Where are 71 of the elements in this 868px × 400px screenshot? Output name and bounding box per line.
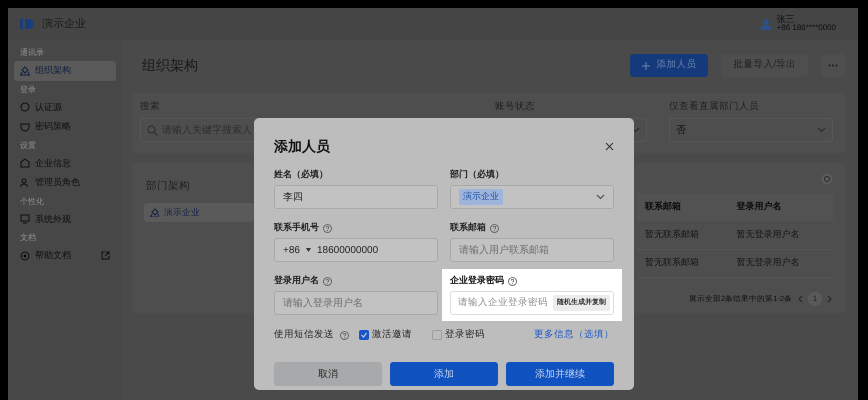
- sidebar-item[interactable]: 密码策略: [14, 117, 116, 136]
- group-label: 文档: [19, 232, 37, 244]
- add-person-button[interactable]: 添加人员: [630, 54, 708, 77]
- menu-item-icon: [20, 158, 30, 168]
- cancel-button[interactable]: 取消: [274, 362, 382, 386]
- help-icon[interactable]: [340, 330, 349, 340]
- field-label: 姓名（必填）: [274, 168, 328, 182]
- page-button[interactable]: 1: [808, 292, 822, 306]
- field-label: 联系邮箱: [450, 221, 486, 234]
- group-label: 通讯录: [19, 47, 45, 59]
- sidebar-item[interactable]: 认证源: [14, 98, 116, 117]
- column-header: 登录用户名: [728, 193, 833, 221]
- help-icon[interactable]: [323, 276, 332, 286]
- field-label: 登录用户名: [274, 274, 319, 288]
- country-code[interactable]: +86: [283, 242, 300, 258]
- input-field[interactable]: 请输入用户联系邮箱: [450, 238, 614, 262]
- filter-select[interactable]: 否: [669, 118, 833, 142]
- sidebar-item[interactable]: 管理员角色: [14, 173, 116, 192]
- input-field[interactable]: 请输入登录用户名: [274, 291, 438, 315]
- sidebar-item[interactable]: 系统外观: [14, 210, 116, 229]
- more-icon: [828, 64, 838, 67]
- chevron-down-icon: [817, 127, 826, 134]
- department-item[interactable]: 演示企业: [144, 202, 254, 222]
- field-label: 部门（必填）: [450, 168, 504, 182]
- input-field[interactable]: 李四: [274, 185, 438, 209]
- menu-item-icon: [20, 122, 30, 132]
- menu-item-icon: [20, 250, 30, 261]
- checkbox[interactable]: [359, 330, 369, 340]
- user-phone: +86 186****0000: [776, 24, 836, 33]
- dialog-title: 添加人员: [274, 137, 330, 156]
- field-label: 企业登录密码: [450, 274, 504, 288]
- settings-icon[interactable]: [821, 173, 833, 185]
- department-select[interactable]: 演示企业: [450, 185, 614, 209]
- sidebar-item[interactable]: 帮助文档: [14, 246, 116, 266]
- table-cell: 暂无联系邮箱: [637, 249, 728, 277]
- department-tag: 演示企业: [459, 189, 503, 205]
- search-icon: [147, 124, 158, 136]
- user-name: 张三: [776, 15, 795, 24]
- table-cell: 暂无登录用户名: [728, 249, 833, 277]
- field-label: 联系手机号: [274, 221, 319, 234]
- tree-icon: [150, 208, 159, 217]
- caret-icon[interactable]: [306, 248, 311, 252]
- chevron-down-icon: [596, 194, 605, 200]
- menu-item-icon: [20, 102, 30, 112]
- sidebar-item[interactable]: 企业信息: [14, 154, 116, 173]
- column-header: 联系邮箱: [637, 193, 728, 221]
- menu-item-icon: [20, 214, 30, 224]
- phone-value: 18600000000: [316, 244, 378, 258]
- group-label: 登录: [19, 84, 37, 96]
- more-info-link[interactable]: 更多信息（选填）: [534, 328, 614, 342]
- phone-field[interactable]: +86 18600000000: [274, 238, 438, 262]
- confirm-button[interactable]: 添加并继续: [506, 362, 614, 386]
- logo-icon: [20, 18, 36, 30]
- close-icon[interactable]: [605, 142, 614, 151]
- table-cell: 暂无登录用户名: [728, 221, 833, 249]
- menu-item-icon: [20, 178, 30, 188]
- sidebar-item[interactable]: 组织架构: [14, 61, 116, 80]
- sms-label: 使用短信发送: [274, 328, 334, 342]
- menu-item-icon: [20, 66, 30, 76]
- confirm-button[interactable]: 添加: [390, 362, 498, 386]
- help-icon[interactable]: [323, 224, 332, 232]
- help-icon[interactable]: [490, 224, 499, 232]
- external-link-icon[interactable]: [101, 251, 110, 260]
- checkbox[interactable]: [432, 330, 442, 340]
- group-label: 设置: [19, 140, 37, 152]
- checkbox-label[interactable]: 登录密码: [445, 328, 485, 342]
- checkbox-label[interactable]: 激活邀请: [372, 328, 412, 342]
- help-icon[interactable]: [508, 276, 517, 286]
- plus-icon: [642, 62, 650, 70]
- table-cell: 暂无联系邮箱: [637, 221, 728, 249]
- group-label: 个性化: [19, 196, 45, 208]
